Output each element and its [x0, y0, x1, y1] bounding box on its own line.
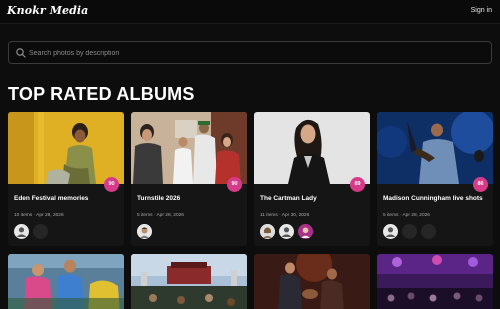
album-cover-photo[interactable]	[254, 112, 370, 184]
sign-in-link[interactable]: Sign in	[471, 7, 492, 14]
avatar[interactable]	[14, 224, 29, 239]
album-card[interactable]	[377, 254, 493, 309]
avatar[interactable]	[421, 224, 436, 239]
avatar[interactable]	[137, 224, 152, 239]
album-cover-photo[interactable]	[377, 112, 493, 184]
search-input[interactable]	[29, 45, 479, 61]
item-count: 5 items	[137, 213, 153, 218]
search-bar[interactable]	[8, 41, 492, 64]
logo[interactable]: Knokr Media	[7, 4, 88, 17]
album-date: Apr 28, 2026	[402, 213, 430, 218]
album-meta: 5 items · Apr 28, 2026	[137, 213, 184, 218]
rating-badge: 89	[350, 177, 365, 192]
album-title[interactable]: Eden Festival memories	[14, 195, 118, 202]
item-count: 5 items	[383, 213, 399, 218]
rating-badge: 90	[104, 177, 119, 192]
album-date: Apr 28, 2026	[156, 213, 184, 218]
album-meta: 10 items · Apr 28, 2026	[14, 213, 64, 218]
album-cover-photo[interactable]	[131, 254, 247, 309]
user-icon	[16, 227, 27, 237]
album-cover-photo[interactable]	[254, 254, 370, 309]
album-meta: 11 items · Apr 30, 2026	[260, 213, 309, 218]
album-card[interactable]: 90 Eden Festival memories 10 items · Apr…	[8, 112, 124, 246]
album-title[interactable]: Turnstile 2026	[137, 195, 241, 202]
rating-badge: 90	[227, 177, 242, 192]
user-photo	[260, 224, 275, 239]
section-title: TOP RATED ALBUMS	[8, 84, 195, 104]
avatar[interactable]	[402, 224, 417, 239]
album-card[interactable]	[254, 254, 370, 309]
album-card[interactable]: 90 Turnstile 2026 5 items · Apr 28, 2026	[131, 112, 247, 246]
album-date: Apr 30, 2026	[281, 213, 310, 218]
avatar[interactable]	[279, 224, 294, 239]
avatar[interactable]	[33, 224, 48, 239]
album-cover-photo[interactable]	[8, 254, 124, 309]
avatar[interactable]	[383, 224, 398, 239]
avatar[interactable]	[260, 224, 275, 239]
user-photo	[137, 224, 152, 239]
item-count: 10 items	[14, 213, 33, 218]
album-title[interactable]: The Cartman Lady	[260, 195, 364, 202]
rating-badge: 86	[473, 177, 488, 192]
album-card[interactable]	[131, 254, 247, 309]
album-card[interactable]: 86 Madison Cunningham live shots 5 items…	[377, 112, 493, 246]
user-icon	[385, 227, 396, 237]
album-card[interactable]	[8, 254, 124, 309]
avatar[interactable]	[298, 224, 313, 239]
album-cover-photo[interactable]	[131, 112, 247, 184]
search-icon	[16, 48, 26, 58]
user-photo	[298, 224, 313, 239]
top-bar: Knokr Media Sign in	[0, 0, 500, 24]
album-cover-photo[interactable]	[377, 254, 493, 309]
album-date: Apr 28, 2026	[36, 213, 64, 218]
album-title[interactable]: Madison Cunningham live shots	[383, 195, 487, 202]
album-cover-photo[interactable]	[8, 112, 124, 184]
item-count: 11 items	[260, 213, 278, 218]
album-meta: 5 items · Apr 28, 2026	[383, 213, 430, 218]
user-icon	[281, 227, 292, 237]
album-card[interactable]: 89 The Cartman Lady 11 items · Apr 30, 2…	[254, 112, 370, 246]
